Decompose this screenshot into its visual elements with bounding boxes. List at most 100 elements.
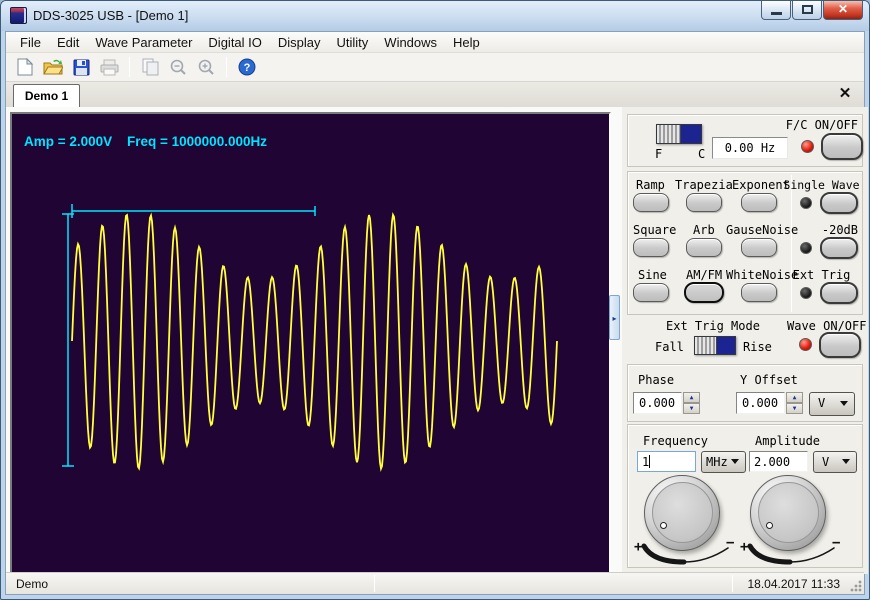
- fall-rise-switch-knob: [695, 337, 717, 354]
- maximize-button[interactable]: [792, 1, 822, 20]
- phase-down-arrow[interactable]: ▼: [683, 403, 700, 414]
- tab-close-icon[interactable]: ✕: [836, 85, 854, 103]
- app-window: DDS-3025 USB - [Demo 1] ✕ File Edit Wave…: [0, 0, 870, 600]
- amplitude-knob[interactable]: + −: [740, 475, 844, 567]
- amplitude-input[interactable]: 2.000: [749, 451, 808, 472]
- frequency-unit-select[interactable]: MHz: [701, 451, 746, 473]
- y-offset-down-arrow[interactable]: ▼: [786, 403, 803, 414]
- knob-face: [758, 482, 819, 543]
- y-offset-unit-select[interactable]: V: [809, 392, 855, 416]
- status-bar: Demo 18.04.2017 11:33: [6, 572, 864, 594]
- fc-switch-knob: [657, 125, 681, 143]
- annotation-amplitude: Amp = 2.000V: [24, 134, 112, 149]
- wave-label-ramp: Ramp: [636, 178, 665, 192]
- wave-button-whitenoise[interactable]: [741, 283, 777, 302]
- zoom-in-button[interactable]: [195, 56, 217, 78]
- minus20db-label: -20dB: [779, 223, 864, 237]
- copy-button[interactable]: [139, 56, 161, 78]
- wave-button-sine[interactable]: [633, 283, 669, 302]
- phase-offset-group: Phase 0.000 ▲ ▼ Y Offset 0.000 ▲ ▼: [627, 364, 863, 422]
- fc-switch[interactable]: [656, 124, 702, 144]
- status-datetime: 18.04.2017 11:33: [747, 577, 840, 591]
- save-button[interactable]: [70, 56, 92, 78]
- wave-select-group: Ramp Trapezia Exponent Square Arb GauseN…: [627, 171, 863, 315]
- wave-button-ramp[interactable]: [633, 193, 669, 212]
- app-icon: [10, 7, 27, 24]
- copy-icon: [142, 58, 159, 76]
- menu-display[interactable]: Display: [270, 33, 329, 52]
- print-button[interactable]: [98, 56, 120, 78]
- phase-spinbox: 0.000 ▲ ▼: [633, 392, 700, 414]
- client-area: Amp = 2.000V Freq = 1000000.000Hz ▸: [6, 107, 864, 572]
- amplitude-value: 2.000: [754, 455, 790, 469]
- menu-utility[interactable]: Utility: [329, 33, 377, 52]
- menu-windows[interactable]: Windows: [376, 33, 445, 52]
- knob-face: [652, 482, 713, 543]
- menu-wave-parameter[interactable]: Wave Parameter: [87, 33, 200, 52]
- ext-trig-label: Ext Trig: [779, 268, 864, 282]
- help-icon: ?: [238, 58, 256, 76]
- window-title: DDS-3025 USB - [Demo 1]: [33, 8, 188, 23]
- menu-digital-io[interactable]: Digital IO: [200, 33, 269, 52]
- menu-file[interactable]: File: [12, 33, 49, 52]
- knob-body: [644, 475, 720, 551]
- knob-swoosh: [744, 543, 840, 567]
- ext-trig-mode-title: Ext Trig Mode: [666, 319, 760, 333]
- zoom-in-icon: [198, 59, 215, 76]
- menu-bar: File Edit Wave Parameter Digital IO Disp…: [6, 32, 864, 53]
- menu-help[interactable]: Help: [445, 33, 488, 52]
- ext-trig-button[interactable]: [820, 282, 858, 304]
- wave-button-square[interactable]: [633, 238, 669, 257]
- fc-onoff-button[interactable]: [821, 133, 863, 160]
- knob-indicator-dot: [660, 522, 667, 529]
- tab-demo1[interactable]: Demo 1: [13, 84, 80, 107]
- ext-trig-led: [800, 287, 812, 299]
- amplitude-unit-select[interactable]: V: [813, 451, 857, 473]
- wave-button-arb[interactable]: [686, 238, 722, 257]
- toolbar: ?: [6, 53, 864, 82]
- fc-frequency-display: 0.00 Hz: [712, 137, 788, 159]
- annotation-frequency: Freq = 1000000.000Hz: [127, 134, 267, 149]
- maximize-icon: [802, 5, 813, 14]
- waveform-display: Amp = 2.000V Freq = 1000000.000Hz: [10, 112, 611, 574]
- wave-button-amfm[interactable]: [684, 282, 724, 303]
- control-panel: F C 0.00 Hz F/C ON/OFF Ramp Trapezia Exp…: [622, 107, 868, 574]
- status-text: Demo: [16, 577, 48, 591]
- wave-button-exponent[interactable]: [741, 193, 777, 212]
- menu-edit[interactable]: Edit: [49, 33, 87, 52]
- frequency-input[interactable]: 1: [637, 451, 696, 472]
- phase-up-arrow[interactable]: ▲: [683, 392, 700, 403]
- new-file-icon: [17, 58, 33, 76]
- zoom-out-button[interactable]: [167, 56, 189, 78]
- y-offset-spinbox: 0.000 ▲ ▼: [736, 392, 803, 414]
- fc-group: F C 0.00 Hz F/C ON/OFF: [627, 114, 863, 167]
- splitter-handle[interactable]: ▸: [609, 295, 620, 340]
- waveform-background: [12, 114, 609, 572]
- single-wave-button[interactable]: [820, 192, 858, 214]
- single-wave-label: Single Wave: [779, 178, 864, 192]
- y-offset-label: Y Offset: [740, 373, 798, 387]
- window-body: File Edit Wave Parameter Digital IO Disp…: [5, 31, 865, 595]
- fall-rise-switch[interactable]: [694, 336, 736, 355]
- phase-value[interactable]: 0.000: [633, 392, 682, 414]
- freq-amp-group: Frequency Amplitude 1 MHz 2.000 V: [627, 424, 863, 568]
- help-button[interactable]: ?: [236, 56, 258, 78]
- new-file-button[interactable]: [14, 56, 36, 78]
- y-offset-up-arrow[interactable]: ▲: [786, 392, 803, 403]
- minus20db-button[interactable]: [820, 237, 858, 259]
- close-button[interactable]: ✕: [823, 1, 863, 20]
- wave-onoff-button[interactable]: [819, 332, 861, 358]
- amplitude-unit-value: V: [822, 455, 829, 469]
- phase-label: Phase: [638, 373, 674, 387]
- fall-label: Fall: [655, 340, 684, 354]
- print-icon: [100, 59, 119, 76]
- text-caret: [649, 455, 650, 468]
- svg-text:?: ?: [244, 62, 251, 74]
- wave-button-trapezia[interactable]: [686, 193, 722, 212]
- wave-button-gausenoise[interactable]: [741, 238, 777, 257]
- frequency-knob[interactable]: + −: [634, 475, 738, 567]
- minimize-button[interactable]: [761, 1, 791, 20]
- y-offset-value[interactable]: 0.000: [736, 392, 785, 414]
- resize-grip[interactable]: [849, 579, 862, 592]
- open-file-button[interactable]: [42, 56, 64, 78]
